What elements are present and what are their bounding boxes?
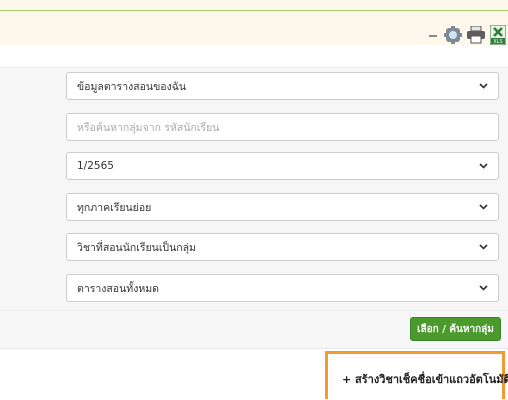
term-select[interactable]: 1/2565	[66, 152, 499, 180]
create-auto-checkin-subject-link[interactable]: + สร้างวิชาเช็คชื่อเข้าแถวอัตโนมัติ	[342, 370, 508, 388]
chevron-down-icon	[478, 161, 488, 171]
spacer-row	[0, 45, 508, 67]
subterm-select[interactable]: ทุกภาคเรียนย่อย	[66, 193, 499, 221]
search-placeholder: หรือค้นหากลุ่มจาก รหัสนักเรียน	[77, 121, 220, 134]
view-select-value: ข้อมูลตารางสอนของฉัน	[77, 80, 187, 93]
toolbar: XLS	[0, 11, 508, 47]
view-select[interactable]: ข้อมูลตารางสอนของฉัน	[66, 72, 499, 100]
chevron-down-icon	[478, 81, 488, 91]
chevron-down-icon	[478, 202, 488, 212]
subject-type-select[interactable]: วิชาที่สอนนักเรียนเป็นกลุ่ม	[66, 233, 499, 261]
printer-icon[interactable]	[466, 25, 486, 47]
chevron-down-icon	[478, 242, 488, 252]
chevron-down-icon	[478, 283, 488, 293]
term-select-value: 1/2565	[77, 160, 114, 172]
subject-type-select-value: วิชาที่สอนนักเรียนเป็นกลุ่ม	[77, 241, 196, 254]
subterm-select-value: ทุกภาคเรียนย่อย	[77, 201, 152, 214]
top-accent-line	[0, 0, 508, 11]
schedule-select-value: ตารางสอนทั้งหมด	[77, 282, 159, 295]
schedule-select[interactable]: ตารางสอนทั้งหมด	[66, 274, 499, 302]
settings-cog-icon[interactable]	[444, 26, 462, 47]
search-input[interactable]: หรือค้นหากลุ่มจาก รหัสนักเรียน	[66, 113, 499, 141]
minus-icon[interactable]	[429, 29, 437, 44]
select-search-group-button[interactable]: เลือก / ค้นหากลุ่ม	[410, 317, 501, 341]
